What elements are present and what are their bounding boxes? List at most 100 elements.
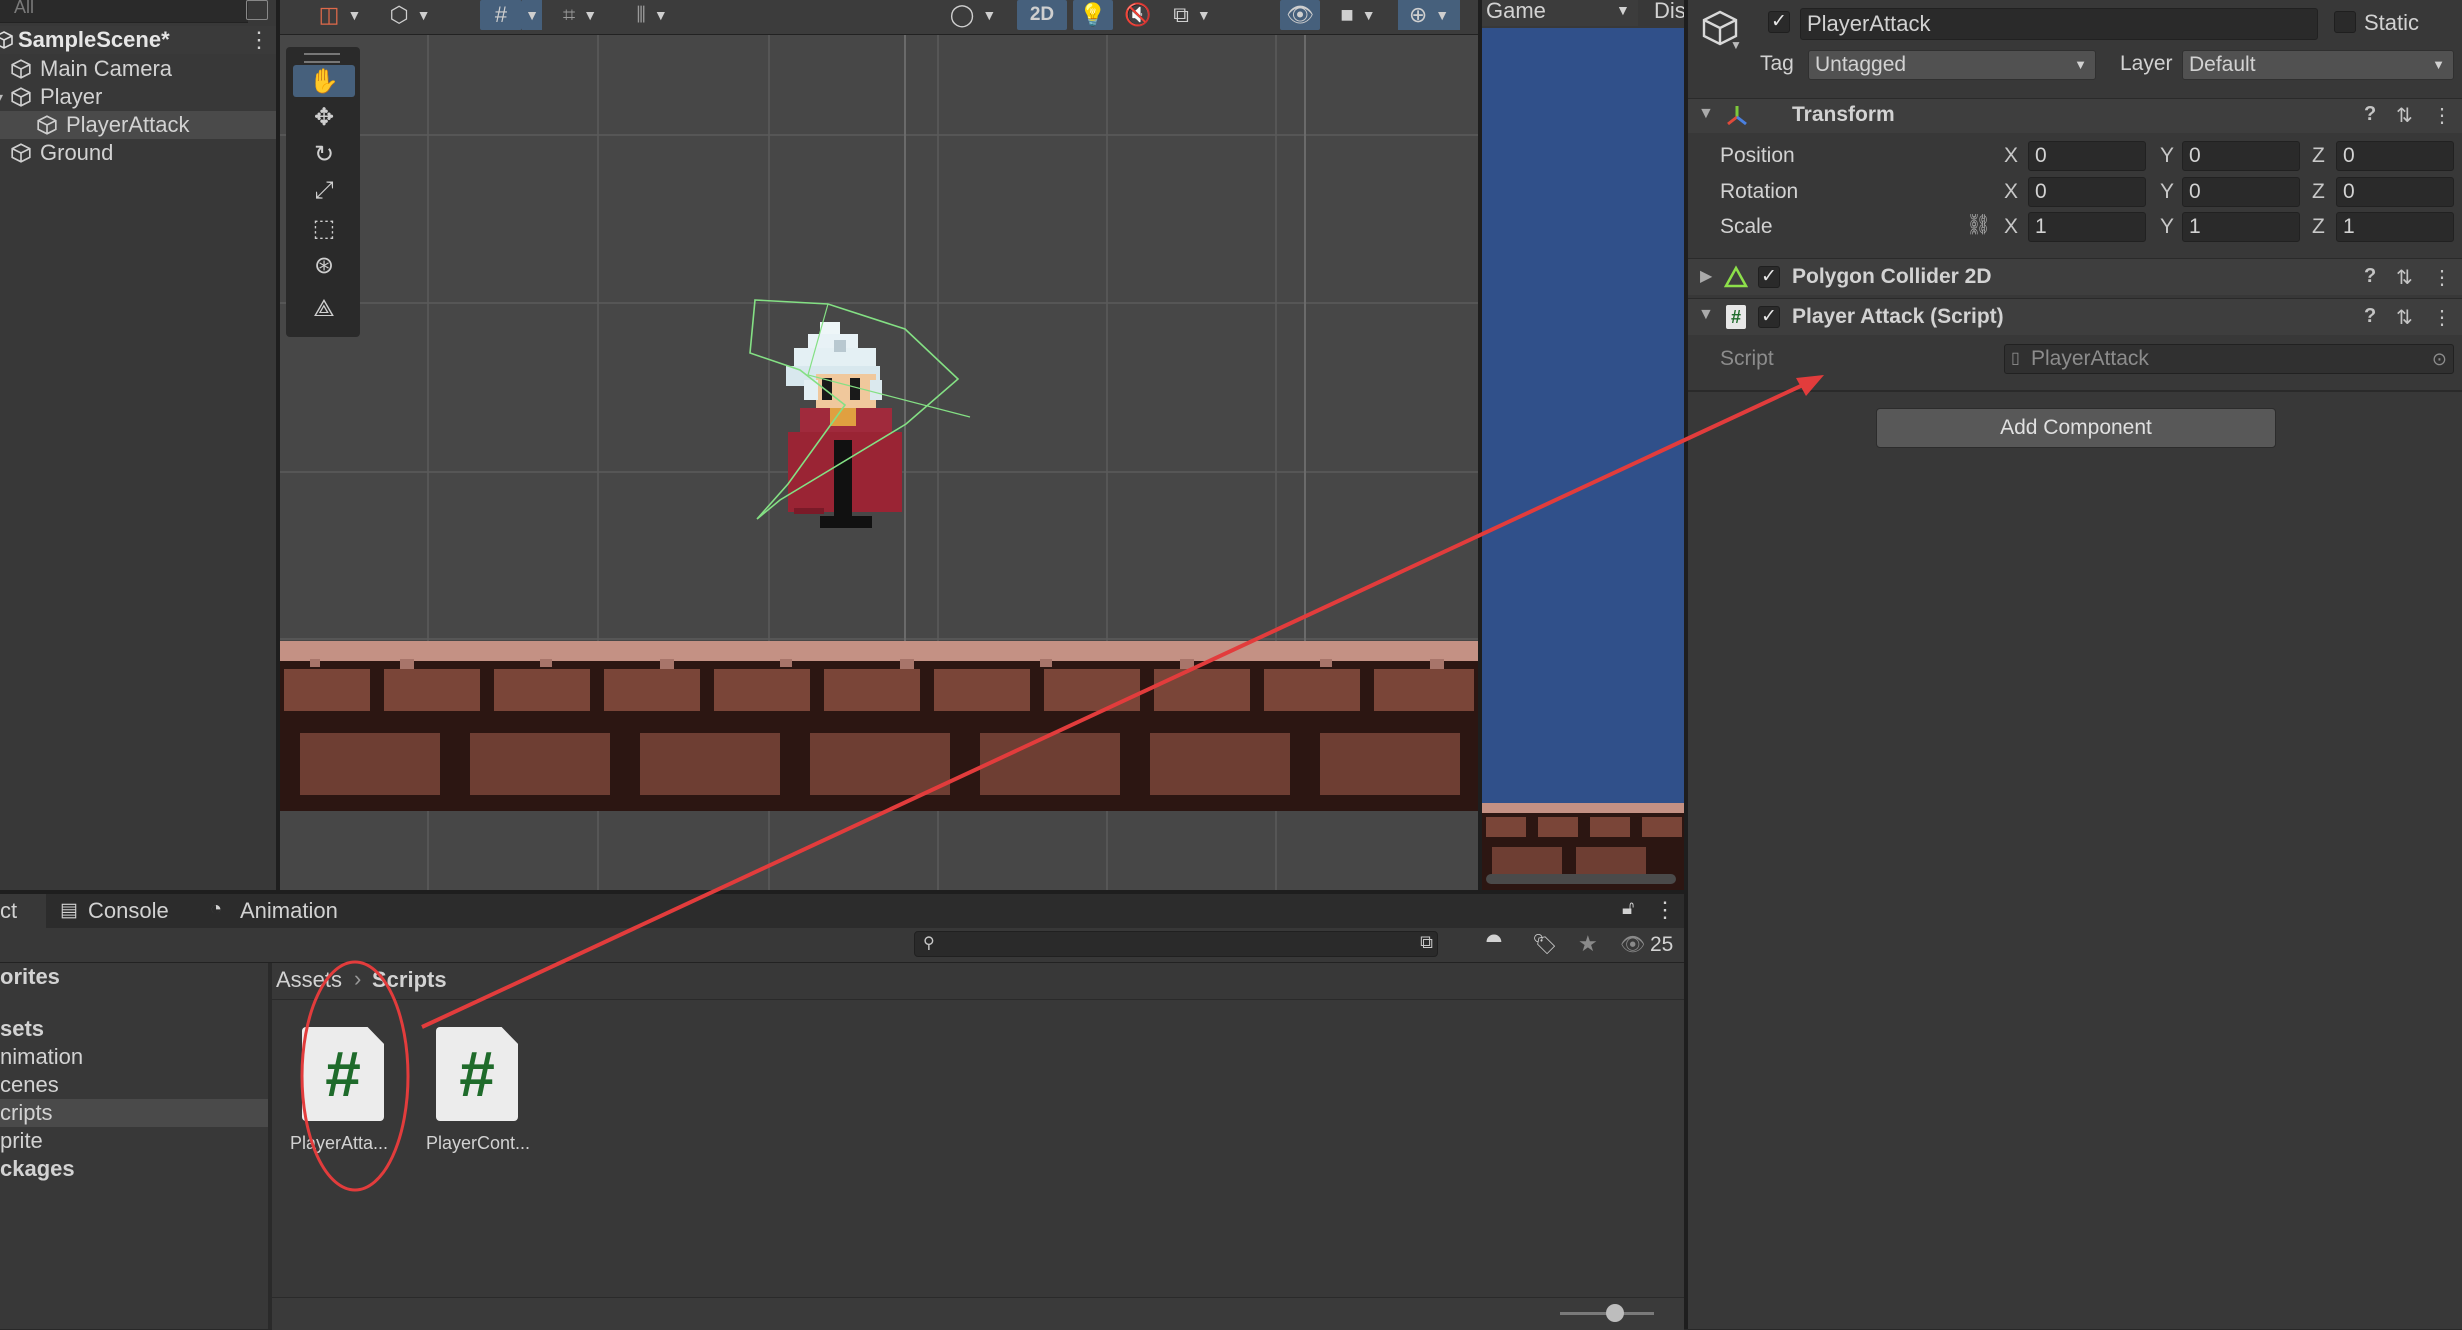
- transform-header[interactable]: ▼ Transform ? ⇅ ⋮: [1688, 98, 2462, 133]
- scale-y-axis[interactable]: Y: [2160, 215, 2174, 239]
- panel-menu-icon[interactable]: ⋮: [1654, 897, 1676, 923]
- pivot-dropdown[interactable]: ⬡ ▼: [380, 0, 440, 30]
- position-y-axis[interactable]: Y: [2160, 144, 2174, 168]
- position-z-field[interactable]: 0: [2336, 141, 2454, 171]
- help-icon[interactable]: ?: [2364, 103, 2376, 126]
- constrain-proportions-icon[interactable]: ⛓: [1966, 212, 1991, 237]
- rect-tool[interactable]: ⬚: [293, 212, 355, 244]
- lighting-toggle[interactable]: 💡: [1073, 0, 1113, 30]
- hierarchy-item-player[interactable]: ▾ Player: [0, 83, 276, 111]
- sidebar-item-animation[interactable]: nimation: [0, 1043, 268, 1071]
- object-picker-icon[interactable]: ⊙: [2432, 345, 2447, 373]
- polygon-collider-enabled-checkbox[interactable]: ✓: [1758, 266, 1780, 288]
- layer-dropdown[interactable]: Default ▼: [2182, 50, 2454, 80]
- scene-view[interactable]: ✋ ✥ ↻ ⤢ ⬚ ⊛ ⟁: [280, 35, 1478, 890]
- presets-icon[interactable]: ⇅: [2396, 103, 2413, 128]
- scene-menu-icon[interactable]: ⋮: [248, 27, 270, 53]
- hierarchy-item-main-camera[interactable]: Main Camera: [0, 55, 276, 83]
- static-checkbox[interactable]: [2334, 11, 2356, 33]
- tool-palette-grip[interactable]: [304, 53, 340, 63]
- create-icon[interactable]: [246, 0, 268, 20]
- hierarchy-item-playerattack[interactable]: PlayerAttack: [0, 111, 276, 139]
- component-menu-icon[interactable]: ⋮: [2432, 305, 2452, 330]
- player-sprite[interactable]: [764, 320, 924, 560]
- icon-dropdown-arrow[interactable]: ▼: [1730, 38, 1742, 52]
- sidebar-item-sprite[interactable]: prite: [0, 1127, 268, 1155]
- rotation-z-axis[interactable]: Z: [2312, 180, 2325, 204]
- presets-icon[interactable]: ⇅: [2396, 305, 2413, 330]
- add-component-button[interactable]: Add Component: [1876, 408, 2276, 448]
- file-item-playercontroller[interactable]: # PlayerCont...: [426, 1025, 536, 1155]
- player-attack-header[interactable]: ▼ # ✓ Player Attack (Script) ? ⇅ ⋮: [1688, 298, 2462, 335]
- rotation-z-field[interactable]: 0: [2336, 177, 2454, 207]
- rotation-y-field[interactable]: 0: [2182, 177, 2300, 207]
- game-view-scrollbar[interactable]: [1486, 874, 1676, 884]
- hidden-objects-toggle[interactable]: 👁: [1280, 0, 1320, 30]
- object-name-field[interactable]: PlayerAttack: [1800, 8, 2318, 40]
- sidebar-item-scripts[interactable]: cripts: [0, 1099, 268, 1127]
- filter-by-label-icon[interactable]: 🏷︎: [1532, 932, 1557, 957]
- position-x-axis[interactable]: X: [2004, 144, 2018, 168]
- hand-tool[interactable]: ✋: [293, 65, 355, 97]
- filter-by-type-icon[interactable]: ⯊: [1486, 932, 1502, 955]
- scale-z-field[interactable]: 1: [2336, 212, 2454, 242]
- polygon-collider-header[interactable]: ▶ ✓ Polygon Collider 2D ? ⇅ ⋮: [1688, 258, 2462, 295]
- position-y-field[interactable]: 0: [2182, 141, 2300, 171]
- game-view[interactable]: Game ▼ Dis: [1482, 0, 1684, 890]
- hierarchy-item-ground[interactable]: Ground: [0, 139, 276, 167]
- help-icon[interactable]: ?: [2364, 265, 2376, 288]
- help-icon[interactable]: ?: [2364, 305, 2376, 328]
- scale-z-axis[interactable]: Z: [2312, 215, 2325, 239]
- ruler-button[interactable]: ⦀ ▼: [622, 0, 682, 30]
- active-checkbox[interactable]: ✓: [1768, 11, 1790, 33]
- breadcrumb-scripts[interactable]: Scripts: [372, 967, 447, 993]
- hidden-packages-icon[interactable]: 👁: [1620, 932, 1645, 957]
- sidebar-item-assets[interactable]: sets: [0, 1015, 268, 1043]
- gizmos-dropdown[interactable]: ⊕ ▼: [1398, 0, 1460, 30]
- lock-icon[interactable]: 🔓︎: [1622, 898, 1634, 920]
- scale-x-axis[interactable]: X: [2004, 215, 2018, 239]
- display-tab[interactable]: Dis: [1654, 0, 1684, 24]
- transform-tool[interactable]: ⊛: [293, 249, 355, 281]
- player-attack-enabled-checkbox[interactable]: ✓: [1758, 306, 1780, 328]
- component-menu-icon[interactable]: ⋮: [2432, 103, 2452, 128]
- tab-console[interactable]: ▤ Console: [56, 894, 186, 928]
- grid-snap-dropdown[interactable]: ▼: [522, 0, 542, 30]
- rotate-tool[interactable]: ↻: [293, 138, 355, 170]
- sidebar-item-scenes[interactable]: cenes: [0, 1071, 268, 1099]
- rotation-y-axis[interactable]: Y: [2160, 180, 2174, 204]
- component-menu-icon[interactable]: ⋮: [2432, 265, 2452, 290]
- increment-snap-button[interactable]: ⌗ ▼: [550, 0, 610, 30]
- scale-tool[interactable]: ⤢: [293, 175, 355, 207]
- project-search-field[interactable]: ⚲ ⧉: [914, 931, 1438, 957]
- scale-y-field[interactable]: 1: [2182, 212, 2300, 242]
- move-tool[interactable]: ✥: [293, 101, 355, 133]
- tab-project[interactable]: ct: [0, 894, 46, 928]
- expand-arrow-icon[interactable]: ▾: [0, 89, 3, 106]
- rotation-x-field[interactable]: 0: [2028, 177, 2146, 207]
- camera-dropdown[interactable]: ■ ▼: [1328, 0, 1388, 30]
- tool-handle-dropdown[interactable]: ◫ ▼: [310, 0, 370, 30]
- breadcrumb-assets[interactable]: Assets: [276, 967, 342, 993]
- ground-tilemap[interactable]: [280, 641, 1478, 811]
- position-x-field[interactable]: 0: [2028, 141, 2146, 171]
- custom-tool[interactable]: ⟁: [293, 293, 355, 325]
- rotation-x-axis[interactable]: X: [2004, 180, 2018, 204]
- presets-icon[interactable]: ⇅: [2396, 265, 2413, 290]
- effects-dropdown[interactable]: ⧉ ▼: [1162, 0, 1222, 30]
- audio-toggle[interactable]: 🔇: [1118, 0, 1158, 30]
- sidebar-item-favorites[interactable]: orites: [0, 963, 268, 991]
- grid-snap-button[interactable]: #: [480, 0, 522, 30]
- file-item-playerattack[interactable]: # PlayerAtta...: [290, 1025, 390, 1155]
- search-options-icon[interactable]: ⧉: [1420, 932, 1433, 953]
- favorite-star-icon[interactable]: ★: [1578, 931, 1598, 957]
- scale-x-field[interactable]: 1: [2028, 212, 2146, 242]
- icon-size-slider-thumb[interactable]: [1606, 1304, 1624, 1322]
- tab-animation[interactable]: ◔ Animation: [206, 894, 366, 928]
- 2d-toggle[interactable]: 2D: [1017, 0, 1067, 30]
- position-z-axis[interactable]: Z: [2312, 144, 2325, 168]
- sidebar-item-packages[interactable]: ckages: [0, 1155, 268, 1183]
- shading-mode-dropdown[interactable]: ◯ ▼: [940, 0, 1006, 30]
- hierarchy-search[interactable]: All: [0, 0, 248, 23]
- scene-row[interactable]: SampleScene* ⋮: [0, 26, 276, 54]
